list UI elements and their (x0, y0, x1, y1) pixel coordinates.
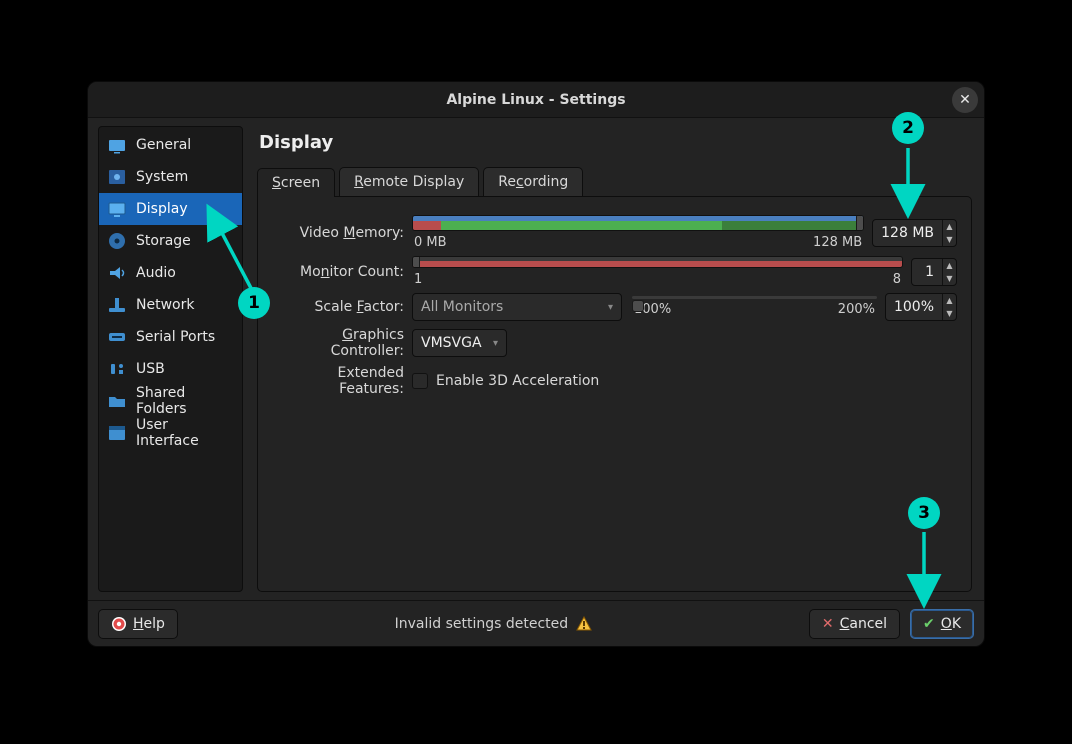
monitor-count-spinbox[interactable]: 1 ▲▼ (911, 258, 957, 286)
sidebar-item-usb[interactable]: USB (99, 353, 242, 385)
graphics-controller-label: Graphics Controller: (272, 327, 412, 359)
sidebar-item-system[interactable]: System (99, 161, 242, 193)
scale-factor-max-label: 200% (838, 302, 875, 317)
warning-icon (576, 616, 592, 632)
row-scale-factor: Scale Factor: All Monitors ▾ 100% 2 (272, 293, 957, 321)
tab-remote[interactable]: Remote Display (339, 167, 479, 196)
enable-3d-label[interactable]: Enable 3D Acceleration (436, 373, 599, 389)
folder-icon (107, 391, 127, 411)
close-icon: ✕ (959, 92, 971, 108)
ui-icon (107, 423, 127, 443)
scale-factor-label: Scale Factor: (272, 299, 412, 315)
tab-screen[interactable]: Screen (257, 168, 335, 197)
sidebar-item-display[interactable]: Display (99, 193, 242, 225)
cancel-icon: ✕ (822, 616, 834, 632)
annotation-badge-2: 2 (892, 112, 924, 144)
ok-icon: ✔ (923, 616, 935, 632)
video-memory-max-label: 128 MB (813, 235, 862, 250)
enable-3d-checkbox[interactable] (412, 373, 428, 389)
sidebar-item-user-interface[interactable]: User Interface (99, 417, 242, 449)
sidebar-item-general[interactable]: General (99, 129, 242, 161)
sidebar-item-label: Shared Folders (136, 385, 234, 417)
sidebar-item-label: Audio (136, 265, 176, 281)
video-memory-scale: 0 MB 128 MB (412, 231, 864, 250)
sidebar-item-label: Display (136, 201, 188, 217)
footer: Help Invalid settings detected ✕ Cancel … (88, 600, 984, 646)
monitor-count-label: Monitor Count: (272, 264, 412, 280)
tabs: ScreenRemote DisplayRecording (257, 167, 972, 196)
storage-icon (107, 231, 127, 251)
tab-record[interactable]: Recording (483, 167, 583, 196)
scale-factor-stepper[interactable]: ▲▼ (942, 294, 956, 320)
annotation-badge-3: 3 (908, 497, 940, 529)
sidebar-item-label: Storage (136, 233, 191, 249)
sidebar-item-storage[interactable]: Storage (99, 225, 242, 257)
extended-features-label: Extended Features: (272, 365, 412, 397)
scale-factor-spinbox[interactable]: 100% ▲▼ (885, 293, 957, 321)
status-bar: Invalid settings detected (188, 616, 799, 632)
display-icon (107, 199, 127, 219)
page-title: Display (259, 132, 972, 153)
tab-pane-screen: Video Memory: 0 MB 128 MB 128 MB ▲▼ (257, 196, 972, 592)
sidebar-item-label: USB (136, 361, 165, 377)
chevron-down-icon: ▾ (493, 338, 498, 349)
help-button[interactable]: Help (98, 609, 178, 639)
sidebar-item-serial-ports[interactable]: Serial Ports (99, 321, 242, 353)
window-close-button[interactable]: ✕ (952, 87, 978, 113)
video-memory-slider[interactable] (412, 215, 864, 231)
scale-factor-value: 100% (886, 294, 942, 320)
sidebar-item-label: Network (136, 297, 194, 313)
help-label: elp (144, 616, 165, 632)
settings-window: Alpine Linux - Settings ✕ General System D… (87, 81, 985, 647)
video-memory-label: Video Memory: (272, 225, 412, 241)
scale-factor-scale: 100% 200% (632, 298, 877, 317)
monitor-count-max-label: 8 (893, 272, 901, 287)
settings-sidebar: General System Display Storage Audio Network S… (98, 126, 243, 592)
network-icon (107, 295, 127, 315)
video-memory-slider-wrap: 0 MB 128 MB (412, 215, 864, 250)
graphics-controller-select[interactable]: VMSVGA ▾ (412, 329, 507, 357)
monitor-count-stepper[interactable]: ▲▼ (942, 259, 956, 285)
row-video-memory: Video Memory: 0 MB 128 MB 128 MB ▲▼ (272, 215, 957, 250)
monitor-count-value: 1 (912, 259, 942, 285)
titlebar: Alpine Linux - Settings ✕ (88, 82, 984, 118)
status-text: Invalid settings detected (395, 616, 569, 632)
scale-factor-monitor-value: All Monitors (421, 299, 503, 315)
scale-factor-monitor-select[interactable]: All Monitors ▾ (412, 293, 622, 321)
usb-icon (107, 359, 127, 379)
sidebar-item-audio[interactable]: Audio (99, 257, 242, 289)
sidebar-item-label: Serial Ports (136, 329, 215, 345)
video-memory-min-label: 0 MB (414, 235, 447, 250)
monitor-count-slider-wrap: 1 8 (412, 256, 903, 287)
help-icon (111, 616, 127, 632)
audio-icon (107, 263, 127, 283)
video-memory-value: 128 MB (873, 220, 942, 246)
monitor-count-scale: 1 8 (412, 268, 903, 287)
serial-icon (107, 327, 127, 347)
video-memory-spinbox[interactable]: 128 MB ▲▼ (872, 219, 957, 247)
sidebar-item-label: General (136, 137, 191, 153)
cancel-button[interactable]: ✕ Cancel (809, 609, 900, 639)
window-body: General System Display Storage Audio Network S… (88, 118, 984, 600)
row-graphics-controller: Graphics Controller: VMSVGA ▾ (272, 327, 957, 359)
sidebar-item-network[interactable]: Network (99, 289, 242, 321)
window-title: Alpine Linux - Settings (446, 92, 625, 108)
ok-button[interactable]: ✔ OK (910, 609, 974, 639)
sidebar-item-shared-folders[interactable]: Shared Folders (99, 385, 242, 417)
system-icon (107, 167, 127, 187)
row-monitor-count: Monitor Count: 1 8 1 ▲▼ (272, 256, 957, 287)
general-icon (107, 135, 127, 155)
sidebar-item-label: System (136, 169, 188, 185)
video-memory-stepper[interactable]: ▲▼ (942, 220, 956, 246)
sidebar-item-label: User Interface (136, 417, 234, 449)
monitor-count-slider[interactable] (412, 256, 903, 268)
graphics-controller-value: VMSVGA (421, 335, 482, 351)
settings-main: Display ScreenRemote DisplayRecording Vi… (243, 118, 984, 600)
chevron-down-icon: ▾ (608, 302, 613, 313)
scale-factor-slider-wrap: 100% 200% (632, 298, 877, 317)
row-extended-features: Extended Features: Enable 3D Acceleratio… (272, 365, 957, 397)
monitor-count-min-label: 1 (414, 272, 422, 287)
annotation-badge-1: 1 (238, 287, 270, 319)
